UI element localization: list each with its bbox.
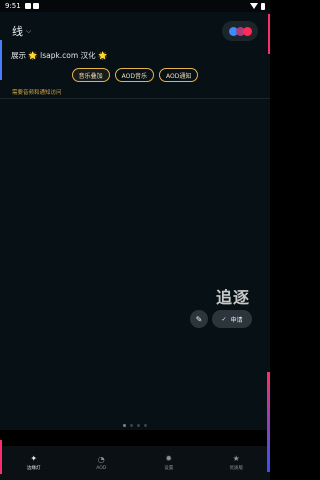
chip-aod-notification[interactable]: AOD通知	[159, 68, 199, 82]
chevron-down-icon: ⌵	[26, 26, 32, 35]
apply-button[interactable]: ✓ 申请	[212, 310, 252, 328]
page-dot[interactable]	[123, 424, 126, 427]
check-icon: ✓	[221, 315, 227, 323]
page-indicator	[0, 424, 270, 427]
edge-light-icon: ✦	[30, 454, 38, 463]
bottom-nav: ✦ 边缘灯 ◔ AOD ✹ 设置 ★ 优质版	[0, 446, 270, 480]
style-selector[interactable]: 线 ⌵	[12, 23, 31, 39]
settings-icon: ✹	[165, 454, 173, 463]
nav-label: 优质版	[229, 466, 244, 471]
star-icon: ★	[232, 454, 240, 463]
edit-button[interactable]: ✎	[190, 310, 208, 328]
page-dot[interactable]	[137, 424, 140, 427]
pencil-icon: ✎	[195, 314, 203, 324]
color-toggle[interactable]	[222, 21, 258, 41]
edge-light-right-bottom	[267, 372, 270, 472]
notification-icon	[24, 3, 31, 9]
aod-icon: ◔	[97, 454, 105, 464]
status-bar: 9:51	[0, 0, 270, 12]
divider	[0, 98, 270, 99]
nav-label: 边缘灯	[27, 466, 41, 471]
chip-aod-music[interactable]: AOD音乐	[114, 68, 154, 82]
notification-icon	[32, 3, 39, 9]
nav-edge-light[interactable]: ✦ 边缘灯	[0, 446, 68, 480]
edge-light-left-bottom	[0, 440, 2, 474]
promo-text: 展示 🌟 lsapk.com 汉化 🌟	[11, 51, 108, 60]
battery-icon	[261, 2, 265, 10]
page-title: 线	[12, 25, 23, 38]
edge-light-right-top	[268, 14, 270, 54]
color-dot-red	[242, 26, 252, 36]
edge-light-left-top	[0, 40, 2, 80]
top-bar: 线 ⌵	[0, 12, 270, 50]
page-dot[interactable]	[130, 424, 133, 427]
nav-label: AOD	[96, 465, 107, 471]
nav-aod[interactable]: ◔ AOD	[68, 446, 136, 480]
page-dot[interactable]	[144, 424, 147, 427]
permission-warning[interactable]: 需要音频和通知访问	[12, 88, 62, 96]
status-time: 9:51	[5, 2, 21, 10]
effect-name: 追逐	[215, 288, 250, 307]
chip-music-overlay[interactable]: 音乐叠加	[71, 68, 110, 82]
mode-chips: 音乐叠加 AOD音乐 AOD通知	[0, 68, 270, 82]
nav-label: 设置	[164, 466, 174, 471]
nav-premium[interactable]: ★ 优质版	[203, 446, 271, 480]
apply-label: 申请	[230, 316, 243, 324]
nav-settings[interactable]: ✹ 设置	[135, 446, 203, 480]
wifi-icon	[250, 3, 258, 9]
